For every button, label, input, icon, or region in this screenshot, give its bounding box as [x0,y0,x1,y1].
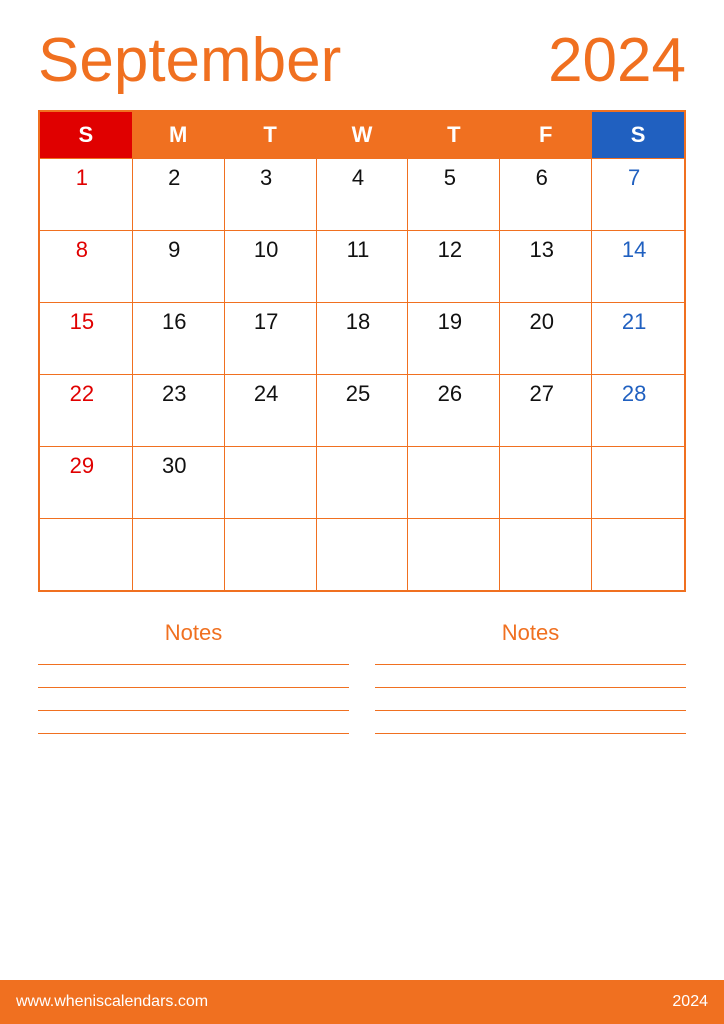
table-row: 1 2 3 4 5 6 7 [39,159,685,231]
day-cell: 28 [592,375,685,447]
day-cell: 23 [132,375,224,447]
day-cell: 29 [39,447,132,519]
day-cell: 7 [592,159,685,231]
notes-line [375,733,686,734]
day-cell-empty [316,519,408,591]
day-cell: 8 [39,231,132,303]
notes-section: Notes Notes [38,620,686,981]
day-cell: 15 [39,303,132,375]
header-sunday: S [39,111,132,159]
notes-line [38,710,349,711]
footer-url: www.wheniscalendars.com [16,993,208,1011]
day-cell: 26 [408,375,500,447]
day-cell-empty [592,447,685,519]
header-wednesday: W [316,111,408,159]
notes-line [375,710,686,711]
notes-line [38,733,349,734]
day-cell-empty [408,519,500,591]
day-cell: 19 [408,303,500,375]
day-cell: 27 [500,375,592,447]
notes-right: Notes [375,620,686,981]
table-row: 29 30 [39,447,685,519]
day-cell: 14 [592,231,685,303]
day-cell: 13 [500,231,592,303]
header-saturday: S [592,111,685,159]
month-title: September [38,30,341,92]
day-cell: 9 [132,231,224,303]
day-cell: 22 [39,375,132,447]
day-cell: 25 [316,375,408,447]
day-cell: 2 [132,159,224,231]
notes-line [375,664,686,665]
day-cell-empty [132,519,224,591]
calendar-page: September 2024 S M T W T F S 1 2 3 4 5 6 [0,0,724,1024]
day-cell: 30 [132,447,224,519]
notes-line [38,664,349,665]
header-tuesday: T [224,111,316,159]
table-row: 8 9 10 11 12 13 14 [39,231,685,303]
notes-line [375,687,686,688]
day-cell: 1 [39,159,132,231]
day-cell-empty [592,519,685,591]
day-cell: 18 [316,303,408,375]
day-cell-empty [408,447,500,519]
calendar-header: September 2024 [38,20,686,110]
day-cell-empty [224,447,316,519]
calendar-grid: S M T W T F S 1 2 3 4 5 6 7 8 9 10 [38,110,686,592]
day-cell: 6 [500,159,592,231]
header-thursday: T [408,111,500,159]
notes-left: Notes [38,620,349,981]
table-row: 15 16 17 18 19 20 21 [39,303,685,375]
notes-line [38,687,349,688]
day-cell: 17 [224,303,316,375]
day-cell: 16 [132,303,224,375]
day-cell: 3 [224,159,316,231]
day-cell-empty [500,519,592,591]
day-cell: 21 [592,303,685,375]
day-cell: 5 [408,159,500,231]
day-cell: 11 [316,231,408,303]
day-cell-empty [39,519,132,591]
days-header-row: S M T W T F S [39,111,685,159]
table-row [39,519,685,591]
day-cell: 24 [224,375,316,447]
day-cell-empty [224,519,316,591]
notes-right-title: Notes [375,620,686,646]
footer: www.wheniscalendars.com 2024 [0,980,724,1024]
day-cell-empty [316,447,408,519]
day-cell: 12 [408,231,500,303]
notes-left-title: Notes [38,620,349,646]
header-friday: F [500,111,592,159]
header-monday: M [132,111,224,159]
day-cell: 4 [316,159,408,231]
day-cell: 20 [500,303,592,375]
table-row: 22 23 24 25 26 27 28 [39,375,685,447]
day-cell-empty [500,447,592,519]
day-cell: 10 [224,231,316,303]
footer-year: 2024 [672,993,708,1011]
year-title: 2024 [548,30,686,92]
